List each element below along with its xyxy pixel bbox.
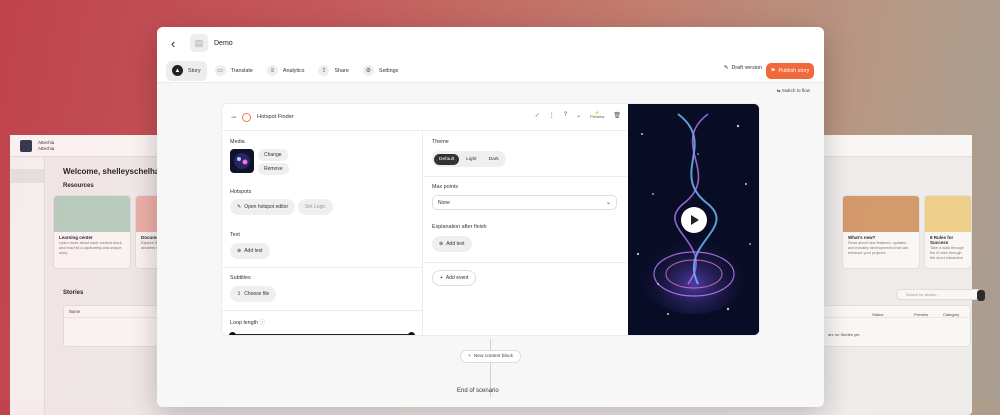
nav-tabs: ▲ Story ▭ Translate ≡ Analytics ⇪ Share … <box>157 59 824 83</box>
add-event-button[interactable]: + Add event <box>432 270 477 286</box>
block-header: ⊸ Hotspot Finder ✓ ⋮ ? ⌄ ⚡ Preview 🗑 <box>222 104 627 131</box>
trash-icon[interactable]: 🗑 <box>613 112 621 119</box>
video-preview[interactable] <box>628 104 759 335</box>
max-points-select[interactable]: None ⌄ <box>432 195 617 210</box>
bg-resources-title: Resources <box>63 183 94 189</box>
block-toolbar: ✓ ⋮ ? ⌄ ⚡ Preview 🗑 <box>535 111 621 119</box>
settings-left-column: Media Change Remove Hotspots ✎ Open hots… <box>222 131 423 335</box>
content-block-card: ⊸ Hotspot Finder ✓ ⋮ ? ⌄ ⚡ Preview 🗑 Med… <box>221 103 760 336</box>
hotspots-label: Hotspots <box>230 189 252 195</box>
bg-sidebar <box>10 157 45 415</box>
pencil-icon: ✎ <box>237 204 242 210</box>
tab-analytics[interactable]: ≡ Analytics <box>261 61 311 81</box>
bg-card-rules: 8 Rules for Success Take a walk through … <box>924 195 972 269</box>
bg-card-learning: Learning center Learn more about each co… <box>53 195 131 269</box>
publish-icon: ⚑ <box>770 68 776 74</box>
media-label: Media <box>230 139 245 145</box>
plus-icon: + <box>468 354 471 359</box>
pin-icon[interactable]: ⊸ <box>231 114 236 121</box>
settings-icon: ⚙ <box>362 65 374 76</box>
media-thumbnail[interactable] <box>230 149 254 173</box>
edit-icon: ✎ <box>723 65 729 71</box>
chevron-down-icon: ⌄ <box>605 200 611 206</box>
back-arrow-icon[interactable]: ‹ <box>171 36 183 51</box>
tab-story[interactable]: ▲ Story <box>166 60 207 81</box>
settings-right-column: Theme Default Light Dark Max points None… <box>424 131 627 335</box>
bg-empty-text: are no Stories yet. <box>828 332 861 337</box>
tab-share[interactable]: ⇪ Share <box>312 61 354 81</box>
new-content-block-button[interactable]: + New content block <box>460 350 522 363</box>
choose-file-button[interactable]: ⇪ Choose file <box>230 286 277 302</box>
bg-search-input: Search for stories... <box>896 289 985 301</box>
chevron-down-icon[interactable]: ⌄ <box>576 112 581 119</box>
editor-window: ‹ ▤ Demo ▲ Story ▭ Translate ≡ Analytics… <box>157 27 824 407</box>
set-logic-button[interactable]: Set Logic <box>298 199 333 215</box>
theme-option-light[interactable]: Light <box>461 154 481 165</box>
story-icon: ▲ <box>172 65 183 76</box>
explanation-label: Explanation after finish <box>432 224 487 230</box>
loop-length-slider[interactable] <box>229 332 415 335</box>
subtitles-label: Subtitles <box>230 275 251 281</box>
add-explanation-text-button[interactable]: ⊕ Add text <box>432 236 472 252</box>
bg-logo <box>20 139 32 152</box>
switch-to-flow-button[interactable]: ⇆ Switch to flow <box>777 88 810 94</box>
plus-circle-icon: ⊕ <box>439 241 444 247</box>
draft-version-link[interactable]: ✎ Draft version <box>724 65 762 71</box>
info-icon: ⓘ <box>259 320 266 326</box>
hotspot-icon <box>242 112 252 122</box>
bg-stories-title: Stories <box>63 290 84 296</box>
more-icon[interactable]: ⋮ <box>549 112 555 119</box>
help-icon[interactable]: ? <box>564 112 567 118</box>
check-icon[interactable]: ✓ <box>535 112 540 119</box>
bg-brand: Attechia Attechia <box>38 140 55 151</box>
document-icon: ▤ <box>190 34 208 52</box>
theme-option-default[interactable]: Default <box>434 153 460 165</box>
play-button[interactable] <box>681 207 707 233</box>
bg-col-status: Status <box>872 312 884 317</box>
preview-button[interactable]: ⚡ Preview <box>590 111 604 119</box>
upload-icon: ⇪ <box>237 291 242 297</box>
publish-story-button[interactable]: ⚑ Publish story <box>766 63 814 79</box>
remove-media-button[interactable]: Remove <box>258 163 289 175</box>
bg-col-category: Category <box>943 312 960 317</box>
window-title: Demo <box>214 39 233 47</box>
theme-option-dark[interactable]: Dark <box>484 154 504 165</box>
theme-label: Theme <box>432 139 449 145</box>
text-label: Text <box>230 232 240 238</box>
tab-settings[interactable]: ⚙ Settings <box>357 61 404 81</box>
loop-length-label: Loop length ⓘ <box>230 320 266 326</box>
end-of-scenario: End of scenario <box>457 388 499 394</box>
change-media-button[interactable]: Change <box>258 149 288 161</box>
plus-circle-icon: ⊕ <box>237 248 242 254</box>
bg-col-preview: Preview <box>914 312 929 317</box>
translate-icon: ▭ <box>214 65 226 76</box>
open-hotspot-editor-button[interactable]: ✎ Open hotspot editor <box>230 199 296 215</box>
theme-segmented-control: Default Light Dark <box>432 151 506 167</box>
max-points-label: Max points <box>432 184 459 190</box>
tab-translate[interactable]: ▭ Translate <box>209 61 259 81</box>
title-bar: ‹ ▤ Demo <box>157 27 824 59</box>
share-icon: ⇪ <box>318 65 330 76</box>
plus-icon: + <box>440 275 443 281</box>
flow-icon: ⇆ <box>776 88 781 93</box>
block-name: Hotspot Finder <box>257 114 294 120</box>
analytics-icon: ≡ <box>266 65 278 76</box>
bg-card-whatsnew: What's new? Read about new features, upd… <box>842 195 920 269</box>
add-text-button[interactable]: ⊕ Add text <box>230 243 270 259</box>
